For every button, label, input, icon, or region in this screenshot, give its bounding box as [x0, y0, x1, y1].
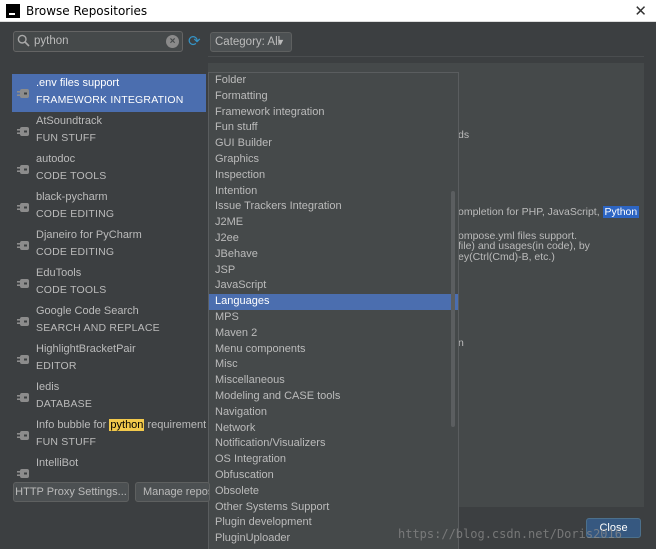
category-menu-item[interactable]: Graphics — [209, 152, 458, 168]
search-field[interactable]: python × — [13, 31, 183, 52]
plugin-category: FUN STUFF — [36, 436, 97, 448]
category-menu-item[interactable]: Inspection — [209, 168, 458, 184]
category-menu-item[interactable]: Languages — [209, 294, 458, 310]
plugin-list[interactable]: .env files support FRAMEWORK INTEGRATION A… — [12, 74, 206, 498]
plugin-icon — [17, 428, 31, 442]
details-text-fragment: ds — [458, 129, 470, 141]
category-menu-item[interactable]: Intention — [209, 184, 458, 200]
search-input[interactable]: python — [34, 35, 69, 47]
category-menu-item[interactable]: Issue Trackers Integration — [209, 199, 458, 215]
plugin-category: CODE EDITING — [36, 208, 115, 220]
watermark-text: https://blog.csdn.net/Doris2016 — [398, 527, 622, 541]
plugin-icon — [17, 352, 31, 366]
plugin-icon — [17, 200, 31, 214]
plugin-name: Info bubble for python requirements — [36, 419, 206, 431]
plugin-list-item[interactable]: AtSoundtrack FUN STUFF — [12, 112, 206, 150]
python-tag: Python — [602, 206, 640, 218]
category-menu-item[interactable]: Miscellaneous — [209, 373, 458, 389]
refresh-icon[interactable]: ⟳ — [188, 32, 201, 50]
plugin-category: SEARCH AND REPLACE — [36, 322, 160, 334]
intellij-app-icon — [6, 4, 20, 18]
plugin-list-item[interactable]: black-pycharm CODE EDITING — [12, 188, 206, 226]
category-menu-item[interactable]: JavaScript — [209, 278, 458, 294]
plugin-category: FRAMEWORK INTEGRATION — [36, 94, 184, 106]
plugin-name: Iedis — [36, 381, 60, 393]
category-menu-item[interactable]: Other Systems Support — [209, 500, 458, 516]
details-text-fragment: ompletion for PHP, JavaScript, Python — [458, 206, 640, 218]
details-text-fragment: ey(Ctrl(Cmd)-B, etc.) — [458, 251, 555, 263]
plugin-icon — [17, 162, 31, 176]
window-title: Browse Repositories — [26, 4, 148, 18]
category-menu-item[interactable]: Modeling and CASE tools — [209, 389, 458, 405]
category-menu-item[interactable]: J2ee — [209, 231, 458, 247]
chevron-down-icon: ▼ — [276, 37, 285, 47]
category-menu-item[interactable]: GUI Builder — [209, 136, 458, 152]
plugin-list-item[interactable]: HighlightBracketPair EDITOR — [12, 340, 206, 378]
plugin-name: IntelliBot — [36, 457, 79, 469]
category-menu-item[interactable]: Menu components — [209, 342, 458, 358]
plugin-list-item[interactable]: Djaneiro for PyCharm CODE EDITING — [12, 226, 206, 264]
plugin-name: .env files support — [36, 77, 120, 89]
plugin-list-item[interactable]: EduTools CODE TOOLS — [12, 264, 206, 302]
plugin-name: EduTools — [36, 267, 82, 279]
plugin-list-item[interactable]: .env files support FRAMEWORK INTEGRATION — [12, 74, 206, 112]
plugin-icon — [17, 124, 31, 138]
category-menu-item[interactable]: Obfuscation — [209, 468, 458, 484]
category-menu-item[interactable]: MPS — [209, 310, 458, 326]
plugin-list-item[interactable]: Iedis DATABASE — [12, 378, 206, 416]
category-menu-item[interactable]: Misc — [209, 357, 458, 373]
plugin-icon — [17, 390, 31, 404]
category-menu-item[interactable]: Navigation — [209, 405, 458, 421]
title-bar: Browse Repositories ✕ — [0, 0, 656, 22]
plugin-icon — [17, 466, 31, 480]
category-menu-item[interactable]: JBehave — [209, 247, 458, 263]
search-match-highlight: python — [109, 419, 145, 431]
plugin-icon — [17, 276, 31, 290]
category-menu-item[interactable]: Maven 2 — [209, 326, 458, 342]
plugin-name: Google Code Search — [36, 305, 139, 317]
plugin-category: CODE TOOLS — [36, 284, 107, 296]
http-proxy-settings-button[interactable]: HTTP Proxy Settings... — [13, 482, 129, 502]
plugin-icon — [17, 238, 31, 252]
category-menu-item[interactable]: Notification/Visualizers — [209, 436, 458, 452]
category-menu-item[interactable]: JSP — [209, 263, 458, 279]
category-menu-item[interactable]: Fun stuff — [209, 120, 458, 136]
browse-repositories-dialog: python × ⟳ Category: All ▼ ds ompletion … — [0, 22, 656, 549]
manage-repositories-button[interactable]: Manage repositories... — [135, 482, 210, 502]
window-close-icon[interactable]: ✕ — [634, 2, 647, 20]
category-menu-item[interactable]: J2ME — [209, 215, 458, 231]
plugin-list-item[interactable]: Info bubble for python requirements FUN S… — [12, 416, 206, 454]
category-menu-item[interactable]: OS Integration — [209, 452, 458, 468]
plugin-list-item[interactable]: autodoc CODE TOOLS — [12, 150, 206, 188]
category-menu[interactable]: Folder Formatting Framework integration Fun… — [208, 72, 459, 549]
plugin-name: black-pycharm — [36, 191, 108, 203]
plugin-category: CODE TOOLS — [36, 170, 107, 182]
menu-scrollbar[interactable] — [451, 191, 455, 427]
plugin-category: DATABASE — [36, 398, 93, 410]
plugin-list-item[interactable]: Google Code Search SEARCH AND REPLACE — [12, 302, 206, 340]
plugin-category: CODE EDITING — [36, 246, 115, 258]
category-menu-item[interactable]: Framework integration — [209, 105, 458, 121]
plugin-name: autodoc — [36, 153, 76, 165]
clear-search-icon[interactable]: × — [166, 35, 179, 48]
category-dropdown[interactable]: Category: All ▼ — [210, 32, 292, 52]
plugin-icon — [17, 314, 31, 328]
plugin-name: HighlightBracketPair — [36, 343, 136, 355]
plugin-name: Djaneiro for PyCharm — [36, 229, 142, 241]
category-menu-item[interactable]: Formatting — [209, 89, 458, 105]
plugin-category: EDITOR — [36, 360, 77, 372]
plugin-name: AtSoundtrack — [36, 115, 103, 127]
category-menu-item[interactable]: Obsolete — [209, 484, 458, 500]
category-dropdown-label: Category: All — [215, 36, 281, 48]
category-menu-item[interactable]: Network — [209, 421, 458, 437]
category-menu-item[interactable]: Folder — [209, 73, 458, 89]
plugin-icon — [17, 86, 31, 100]
plugin-category: FUN STUFF — [36, 132, 97, 144]
search-icon — [17, 34, 30, 50]
